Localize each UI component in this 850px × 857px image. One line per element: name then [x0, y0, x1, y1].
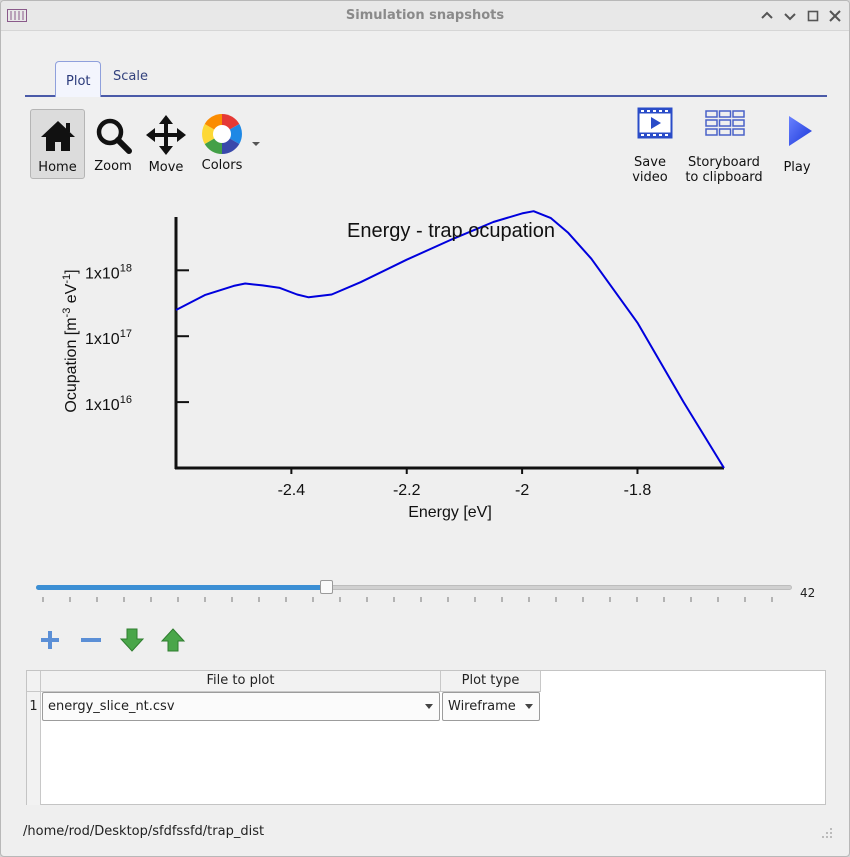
- snapshot-slider-value: 42: [800, 586, 816, 600]
- play-button[interactable]: Play: [776, 113, 818, 179]
- storyboard-label-2: to clipboard: [685, 170, 763, 185]
- y-tick-label: 1x1016: [85, 394, 132, 414]
- move-down-icon[interactable]: [119, 627, 145, 653]
- save-video-label-1: Save: [634, 155, 666, 170]
- title-bar: Simulation snapshots: [1, 1, 849, 31]
- zoom-icon: [96, 118, 132, 154]
- home-label: Home: [38, 160, 77, 175]
- plot-area: -2.4 -2.2 -2 -1.8 1x1016 1x1017 1x1018 Energy -…: [41, 201, 801, 531]
- storyboard-icon: [705, 110, 745, 136]
- move-label: Move: [148, 160, 184, 175]
- series-line: [175, 210, 725, 469]
- chevron-down-icon: [425, 704, 433, 709]
- plot-type-select[interactable]: Wireframe: [442, 692, 540, 721]
- move-button[interactable]: Move: [142, 109, 190, 179]
- film-icon: [637, 107, 672, 139]
- x-axis-label: Energy [eV]: [408, 504, 492, 521]
- y-tick-label: 1x1017: [85, 328, 132, 348]
- minimize-icon[interactable]: [781, 7, 799, 25]
- play-icon: [789, 116, 812, 146]
- chevron-down-icon: [525, 704, 533, 709]
- tab-bar: Plot Scale: [25, 57, 827, 97]
- snapshot-slider-fill: [36, 585, 327, 590]
- play-label: Play: [783, 160, 811, 175]
- resize-grip-icon[interactable]: [821, 827, 833, 839]
- row-number: 1: [29, 699, 38, 714]
- file-select[interactable]: energy_slice_nt.csv: [42, 692, 440, 721]
- move-up-icon[interactable]: [160, 627, 186, 653]
- file-table: File to plot Plot type 1 energy_slice_nt…: [26, 670, 826, 805]
- header-plot-type[interactable]: Plot type: [441, 671, 541, 692]
- close-icon[interactable]: [826, 7, 844, 25]
- colors-dropdown-icon[interactable]: [251, 140, 261, 148]
- window-title: Simulation snapshots: [345, 8, 505, 23]
- file-select-value: energy_slice_nt.csv: [48, 699, 175, 714]
- storyboard-label-1: Storyboard: [688, 155, 760, 170]
- zoom-button[interactable]: Zoom: [89, 109, 137, 179]
- home-icon: [40, 121, 75, 151]
- colors-button[interactable]: Colors: [196, 109, 248, 179]
- home-button[interactable]: Home: [30, 109, 85, 179]
- tab-scale[interactable]: Scale: [103, 57, 158, 94]
- collapse-icon[interactable]: [758, 7, 776, 25]
- x-tick-label: -1.8: [624, 482, 652, 499]
- colors-label: Colors: [201, 158, 243, 173]
- remove-row-icon[interactable]: [78, 627, 104, 653]
- status-path: /home/rod/Desktop/sfdfssfd/trap_dist: [23, 824, 265, 839]
- plot-type-value: Wireframe: [448, 699, 516, 714]
- snapshot-slider-handle[interactable]: [320, 580, 334, 594]
- energy-chart[interactable]: -2.4 -2.2 -2 -1.8 1x1016 1x1017 1x1018 Energy -…: [41, 201, 801, 531]
- tab-plot[interactable]: Plot: [55, 61, 101, 97]
- color-wheel-icon: [202, 114, 242, 154]
- move-icon: [146, 115, 186, 155]
- y-tick-label: 1x1018: [85, 262, 132, 282]
- header-file-to-plot[interactable]: File to plot: [41, 671, 441, 692]
- table-corner: [27, 671, 41, 692]
- main-window: Simulation snapshots Plot Scale Home Zoo…: [0, 0, 850, 857]
- maximize-icon[interactable]: [804, 7, 822, 25]
- add-row-icon[interactable]: [37, 627, 63, 653]
- save-video-label-2: video: [632, 170, 668, 185]
- slider-ticks: [42, 597, 773, 602]
- y-axis-label: Ocupation [m-3 eV-1]: [61, 269, 80, 412]
- zoom-label: Zoom: [94, 159, 132, 174]
- row-header-column: 1: [27, 692, 41, 805]
- x-tick-label: -2.4: [278, 482, 306, 499]
- x-tick-label: -2: [515, 482, 529, 499]
- chart-title: Energy - trap ocupation: [347, 220, 555, 242]
- save-video-button[interactable]: Save video: [623, 107, 677, 185]
- storyboard-button[interactable]: Storyboard to clipboard: [681, 107, 767, 185]
- x-tick-label: -2.2: [393, 482, 421, 499]
